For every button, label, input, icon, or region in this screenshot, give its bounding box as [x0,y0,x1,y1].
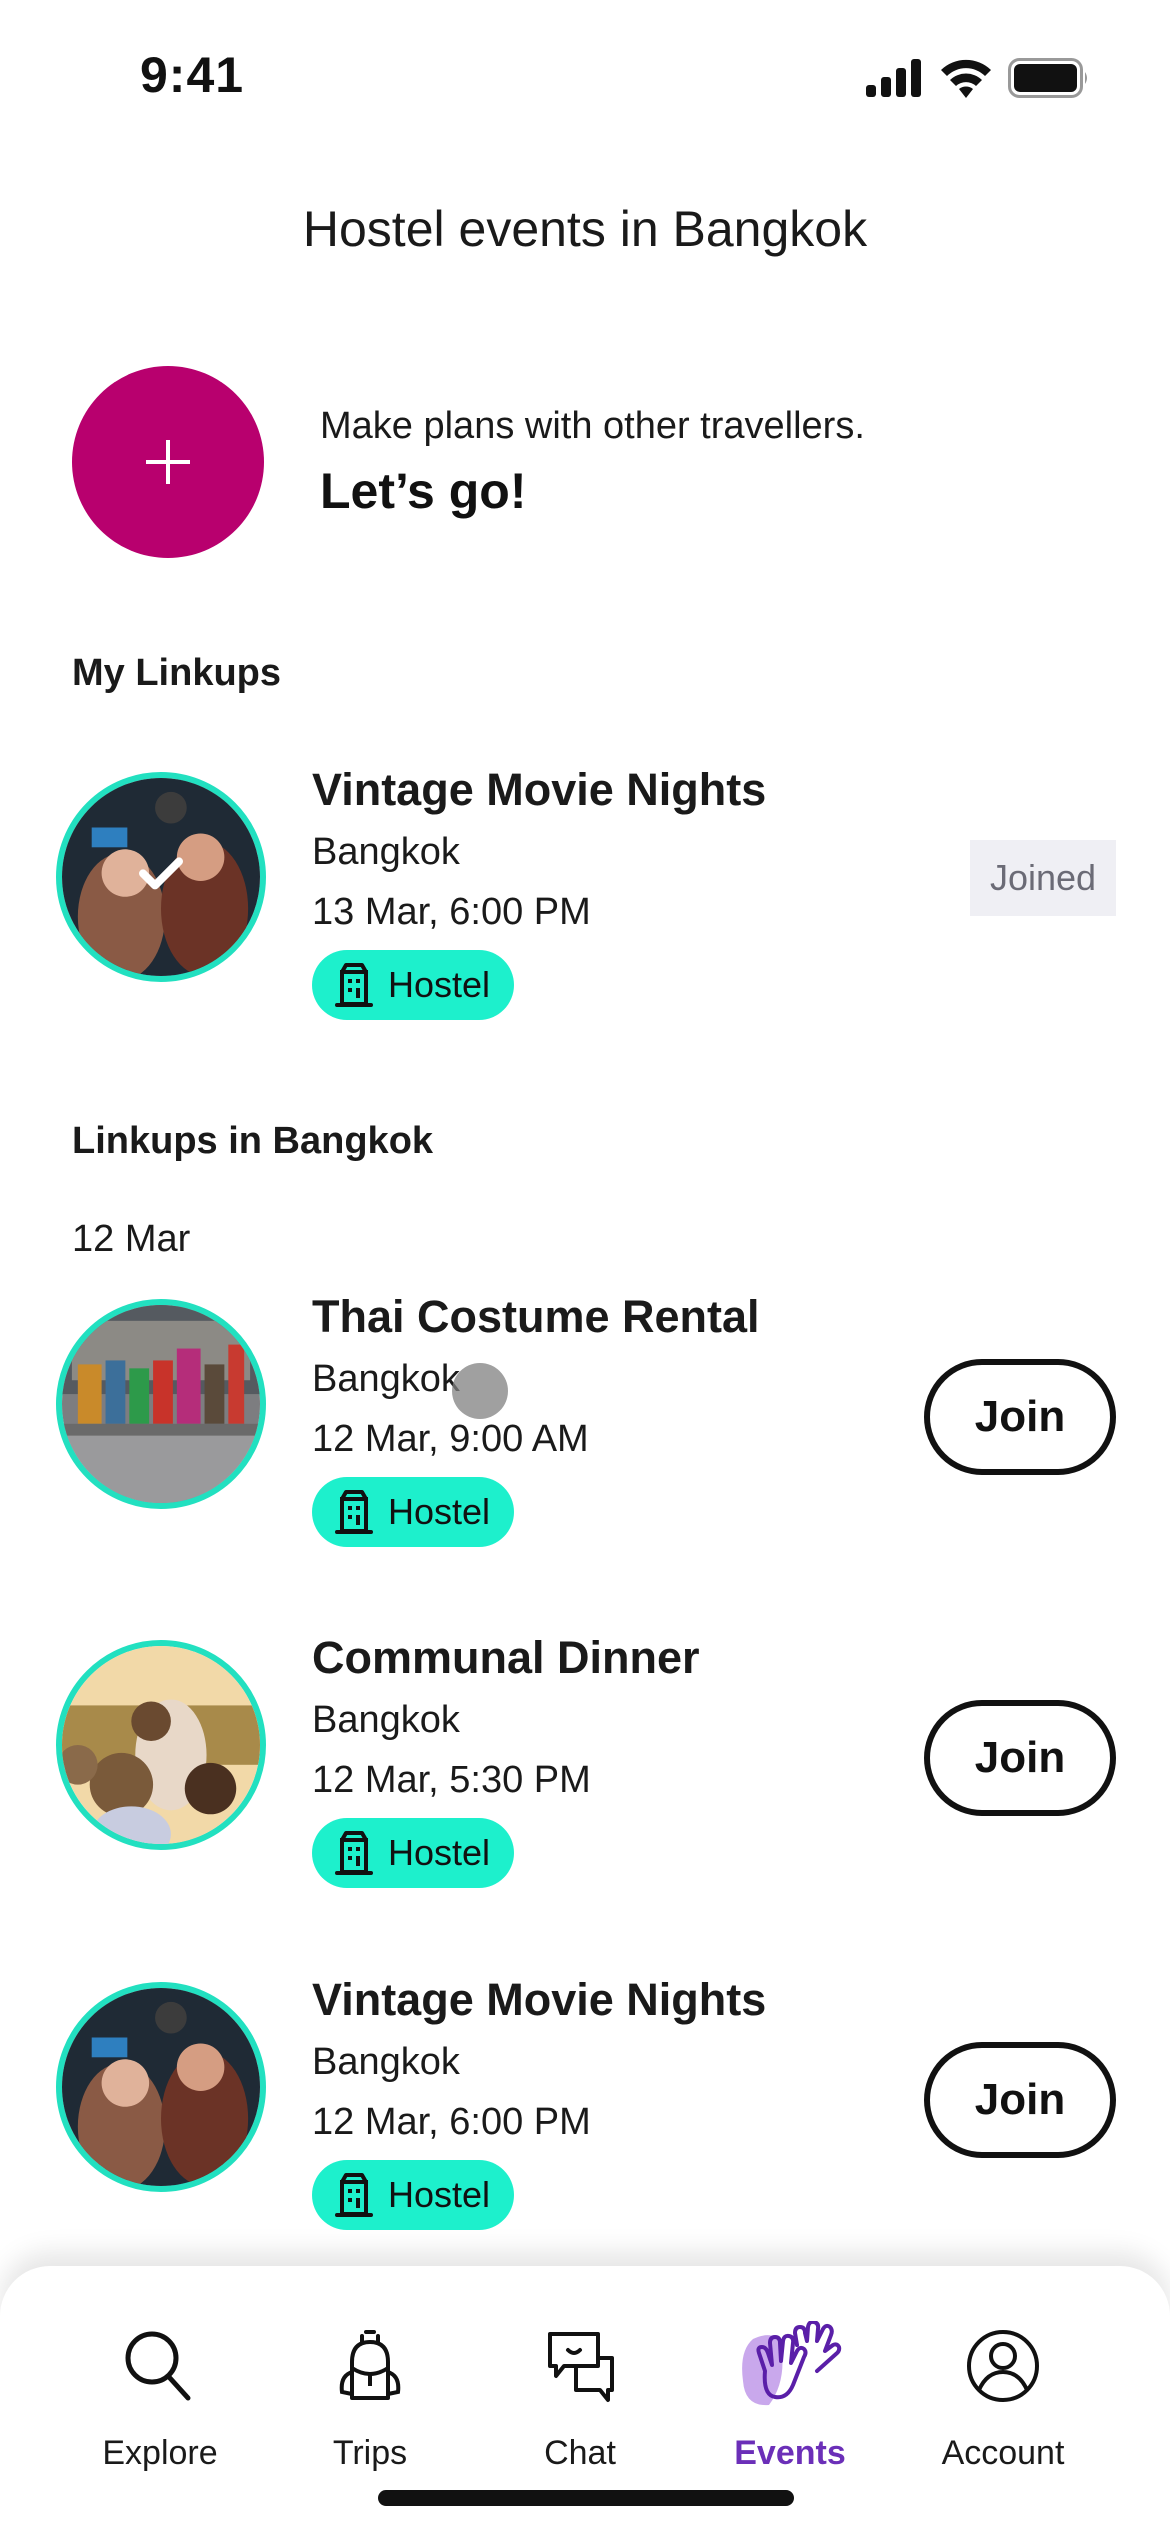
tab-label: Trips [332,2434,408,2472]
hostel-badge: Hostel [312,1477,515,1547]
dinner-photo [62,1646,260,1844]
event-city: Bangkok [312,831,460,873]
event-image [56,772,266,982]
signal-icon [866,59,921,97]
date-group-label: 12 Mar [72,1218,191,1260]
status-time: 9:41 [140,47,245,103]
create-cta[interactable]: Let’s go! [320,462,865,520]
tab-label: Account [941,2434,1065,2472]
hostel-building-icon [335,963,373,1007]
event-city: Bangkok [312,1699,460,1741]
join-button[interactable]: Join [924,1700,1116,1816]
home-indicator[interactable] [378,2490,794,2506]
badge-label: Hostel [388,2174,491,2215]
event-datetime: 12 Mar, 9:00 AM [312,1418,589,1460]
linkup-item[interactable]: Thai Costume Rental Bangkok 12 Mar, 9:00… [56,1287,1116,1547]
event-title: Thai Costume Rental [312,1291,760,1342]
event-image [56,1982,266,2192]
hostel-badge: Hostel [312,950,515,1020]
hostel-building-icon [335,1490,373,1534]
event-datetime: 12 Mar, 5:30 PM [312,1759,591,1801]
event-image [56,1640,266,1850]
touch-indicator [452,1363,508,1419]
event-title: Communal Dinner [312,1632,700,1683]
tab-label: Events [734,2434,846,2472]
my-linkup-item[interactable]: Vintage Movie Nights Bangkok 13 Mar, 6:0… [56,760,1116,1020]
event-title: Vintage Movie Nights [312,764,767,815]
linkup-item[interactable]: Communal Dinner Bangkok 12 Mar, 5:30 PM … [56,1628,1116,1888]
join-button[interactable]: Join [924,1359,1116,1475]
tab-explore[interactable]: Explore [60,2316,260,2473]
plus-icon [146,440,190,484]
event-title: Vintage Movie Nights [312,1974,767,2025]
create-text: Make plans with other travellers. Let’s … [320,405,865,520]
linkup-item[interactable]: Vintage Movie Nights Bangkok 12 Mar, 6:0… [56,1970,1116,2230]
linkups-section-title: Linkups in Bangkok [72,1120,434,1162]
join-button[interactable]: Join [924,2042,1116,2158]
create-linkup-button[interactable] [72,366,264,558]
my-linkups-title: My Linkups [72,652,282,694]
event-info: Vintage Movie Nights Bangkok 13 Mar, 6:0… [312,760,766,1020]
create-subtitle: Make plans with other travellers. [320,404,865,447]
joined-status: Joined [970,840,1116,916]
page-title: Hostel events in Bangkok [302,201,868,257]
tab-label: Explore [102,2434,218,2472]
costume-photo [62,1305,260,1503]
create-linkup: Make plans with other travellers. Let’s … [72,366,865,558]
tab-events[interactable]: Events [690,2316,890,2473]
event-info: Communal Dinner Bangkok 12 Mar, 5:30 PM … [312,1628,700,1888]
tab-label: Chat [544,2434,616,2472]
hostel-badge: Hostel [312,2160,515,2230]
event-datetime: 13 Mar, 6:00 PM [312,891,591,933]
event-image [56,1299,266,1509]
hostel-badge: Hostel [312,1818,515,1888]
event-info: Vintage Movie Nights Bangkok 12 Mar, 6:0… [312,1970,766,2230]
backpack-icon [339,2330,401,2400]
hostel-building-icon [335,1831,373,1875]
badge-label: Hostel [388,1832,491,1873]
tab-account[interactable]: Account [903,2316,1103,2473]
badge-label: Hostel [388,964,491,1005]
event-info: Thai Costume Rental Bangkok 12 Mar, 9:00… [312,1287,760,1547]
event-datetime: 12 Mar, 6:00 PM [312,2101,591,2143]
account-icon [967,2330,1039,2402]
chat-icon [548,2332,614,2402]
event-city: Bangkok [312,2041,460,2083]
status-bar: 9:41 [0,0,1170,150]
movie-night-photo [62,1988,260,2186]
wifi-icon [941,59,991,98]
high-five-icon [742,2321,842,2406]
event-city: Bangkok [312,1358,460,1400]
check-icon [139,857,183,890]
badge-label: Hostel [388,1491,491,1532]
tab-trips[interactable]: Trips [270,2316,470,2473]
tab-chat[interactable]: Chat [480,2316,680,2473]
search-icon [125,2331,191,2401]
battery-icon [1008,58,1087,98]
hostel-building-icon [335,2173,373,2217]
status-icons [866,58,1090,98]
